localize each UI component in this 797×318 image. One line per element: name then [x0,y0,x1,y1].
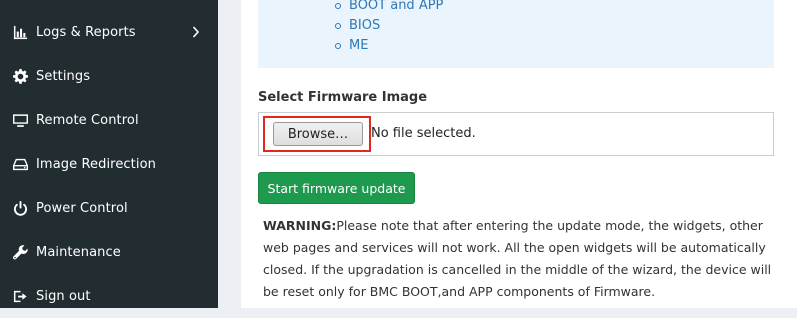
list-item: BOOT and APP [335,0,443,18]
gear-icon [12,68,28,84]
start-firmware-update-button[interactable]: Start firmware update [258,172,415,204]
sidebar-item-settings[interactable]: Settings [0,54,218,98]
circle-bullet-icon [335,43,341,49]
list-item: BIOS [335,18,443,38]
monitor-icon [12,112,28,128]
warning-prefix: WARNING: [263,218,337,233]
sidebar-item-label: Sign out [36,288,91,304]
sidebar: Logs & Reports Settings Remote Control I… [0,0,218,308]
sidebar-item-label: Image Redirection [36,156,156,172]
warning-text: WARNING:Please note that after entering … [263,215,783,303]
sidebar-item-label: Logs & Reports [36,24,136,40]
wrench-icon [12,244,28,260]
main-content: BOOT and APP BIOS ME Select Firmware Ima… [218,0,797,308]
sidebar-item-label: Maintenance [36,244,121,260]
warning-message: Please note that after entering the upda… [263,218,772,299]
sidebar-item-label: Power Control [36,200,128,216]
info-box: BOOT and APP BIOS ME [258,0,774,68]
firmware-panel: BOOT and APP BIOS ME Select Firmware Ima… [241,0,797,308]
sidebar-item-label: Remote Control [36,112,139,128]
list-item: ME [335,38,443,58]
sidebar-item-remote-control[interactable]: Remote Control [0,98,218,142]
circle-bullet-icon [335,23,341,29]
circle-bullet-icon [335,3,341,9]
select-firmware-label: Select Firmware Image [258,90,428,105]
chevron-right-icon [192,24,200,38]
file-input[interactable]: Browse… No file selected. [258,112,774,156]
sidebar-item-power-control[interactable]: Power Control [0,186,218,230]
browse-button[interactable]: Browse… [273,122,363,146]
drive-icon [12,156,28,172]
firmware-components-list: BOOT and APP BIOS ME [335,0,443,58]
bar-chart-icon [12,24,28,40]
sidebar-item-maintenance[interactable]: Maintenance [0,230,218,274]
sign-out-icon [12,288,28,304]
sidebar-item-label: Settings [36,68,91,84]
sidebar-item-image-redirection[interactable]: Image Redirection [0,142,218,186]
sidebar-item-sign-out[interactable]: Sign out [0,274,218,318]
sidebar-item-logs-reports[interactable]: Logs & Reports [0,10,218,54]
power-icon [12,200,28,216]
file-status-text: No file selected. [371,126,476,141]
